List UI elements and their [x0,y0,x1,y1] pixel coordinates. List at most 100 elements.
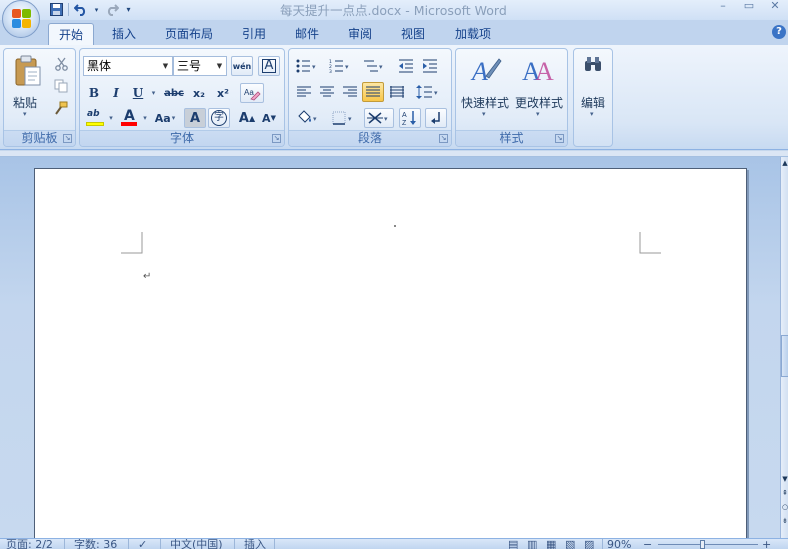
page-count[interactable]: 页面: 2/2 [6,539,53,549]
select-browse-object-icon[interactable]: ○ [781,503,788,511]
tab-addins[interactable]: 加载项 [445,23,501,45]
superscript-button[interactable]: x² [212,83,234,103]
strikethrough-button[interactable]: abc [162,83,186,103]
office-button[interactable] [2,0,40,38]
change-styles-icon: A A [522,57,554,86]
close-button[interactable]: ✕ [762,0,788,14]
customize-icon[interactable]: ▾ [124,2,133,17]
line-spacing-button[interactable]: ▾ [413,82,443,102]
underline-icon: U [132,86,144,100]
scroll-down-icon[interactable]: ▼ [781,475,788,483]
binoculars-icon [585,57,601,71]
print-layout-view-icon[interactable]: ▤ [508,539,518,549]
clipboard-launcher-icon[interactable]: ↘ [63,134,72,143]
align-right-button[interactable] [339,82,361,102]
zoom-in-button[interactable]: + [762,539,771,549]
italic-button[interactable]: I [106,83,126,103]
tab-insert[interactable]: 插入 [102,23,146,45]
tab-home[interactable]: 开始 [48,23,94,45]
svg-text:▾: ▾ [348,115,352,123]
shading-button[interactable]: ▾ [293,108,323,128]
tab-review[interactable]: 审阅 [338,23,382,45]
scroll-up-icon[interactable]: ▲ [781,159,788,167]
undo-icon[interactable] [73,2,89,17]
distributed-button[interactable] [386,82,408,102]
clear-format-button[interactable]: Aa [240,83,264,103]
format-painter-button[interactable] [51,98,71,118]
char-shading-button[interactable]: A [184,108,206,128]
svg-text:Aa: Aa [244,88,254,97]
insert-mode-indicator[interactable]: 插入 [244,539,266,549]
full-screen-reading-view-icon[interactable]: ▥ [527,539,537,549]
font-size-combo[interactable]: 三号 ▼ [173,56,227,76]
minimize-button[interactable]: – [710,0,736,14]
decrease-indent-button[interactable] [395,56,417,76]
outline-view-icon[interactable]: ▧ [565,539,575,549]
styles-group: A 快速样式 ▾ A A 更改样式 ▾ 样式 ↘ [455,48,568,147]
sort-button[interactable]: AZ [399,108,421,128]
language-indicator[interactable]: 中文(中国) [170,539,223,549]
next-page-icon[interactable]: ⇟ [781,517,788,525]
font-launcher-icon[interactable]: ↘ [272,134,281,143]
increase-indent-button[interactable] [419,56,441,76]
show-marks-button[interactable] [425,108,447,128]
help-icon[interactable]: ? [772,25,786,39]
bold-button[interactable]: B [84,83,104,103]
paste-button[interactable]: 粘贴 ▾ [8,51,48,123]
document-page[interactable] [34,168,747,543]
numbering-button[interactable]: 1 2 3 ▾ [325,56,355,76]
justify-button[interactable] [362,82,384,102]
font-size-dropdown-icon[interactable]: ▼ [214,58,225,74]
highlight-dropdown[interactable]: ▾ [106,108,115,128]
change-case-icon: Aa [154,111,171,125]
redo-icon[interactable] [104,2,120,17]
subscript-button[interactable]: x₂ [188,83,210,103]
underline-dropdown[interactable]: ▾ [148,83,158,103]
font-name-dropdown-icon[interactable]: ▼ [160,58,171,74]
change-styles-button[interactable]: A A 更改样式 ▾ [512,51,566,123]
align-left-button[interactable] [293,82,315,102]
char-border-button[interactable]: A [258,56,280,76]
font-name-combo[interactable]: 黑体 ▼ [83,56,173,76]
tab-mailings[interactable]: 邮件 [285,23,329,45]
vertical-scrollbar[interactable]: ▲ ▼ ⇞ ○ ⇟ [780,157,788,538]
bullets-button[interactable]: ▾ [292,56,322,76]
editing-button[interactable]: 编辑 ▾ [575,51,611,123]
zoom-out-button[interactable]: − [643,539,652,549]
font-color-dropdown[interactable]: ▾ [140,108,149,128]
cut-button[interactable] [51,54,71,74]
web-layout-view-icon[interactable]: ▦ [546,539,556,549]
draft-view-icon[interactable]: ▨ [584,539,594,549]
quick-styles-button[interactable]: A 快速样式 ▾ [458,51,512,123]
proofing-icon[interactable]: ✓ [138,539,147,549]
align-center-button[interactable] [316,82,338,102]
tab-references[interactable]: 引用 [232,23,276,45]
previous-page-icon[interactable]: ⇞ [781,489,788,497]
svg-text:▾: ▾ [345,63,349,71]
zoom-slider-thumb[interactable] [700,540,705,549]
grow-font-button[interactable]: A ▲ [236,108,258,128]
borders-button[interactable]: ▾ [329,108,359,128]
shrink-font-button[interactable]: A ▼ [258,108,280,128]
tab-view[interactable]: 视图 [391,23,435,45]
styles-launcher-icon[interactable]: ↘ [555,134,564,143]
underline-button[interactable]: U [128,83,148,103]
undo-dropdown-icon[interactable]: ▾ [93,2,100,17]
tab-page-layout[interactable]: 页面布局 [156,23,222,45]
zoom-slider-track[interactable] [658,544,758,545]
word-count[interactable]: 字数: 36 [74,539,117,549]
multilevel-list-button[interactable]: ▾ [359,56,389,76]
copy-button[interactable] [51,76,71,96]
ribbon: 粘贴 ▾ 剪贴板 ↘ 黑体 ▼ 三号 ▼ wén A B I U ▾ abc x… [0,45,788,150]
enclose-char-button[interactable]: 字 [208,108,230,128]
font-color-button[interactable]: A [118,108,140,128]
zoom-level[interactable]: 90% [607,539,631,549]
paragraph-launcher-icon[interactable]: ↘ [439,134,448,143]
scroll-thumb[interactable] [781,335,788,377]
highlight-button[interactable]: ab [84,108,106,128]
phonetic-guide-button[interactable]: wén [231,56,253,76]
maximize-button[interactable]: ▭ [736,0,762,14]
save-icon[interactable] [48,2,64,17]
chinese-layout-button[interactable]: ▾ [364,108,394,128]
change-case-button[interactable]: Aa ▾ [151,108,179,128]
